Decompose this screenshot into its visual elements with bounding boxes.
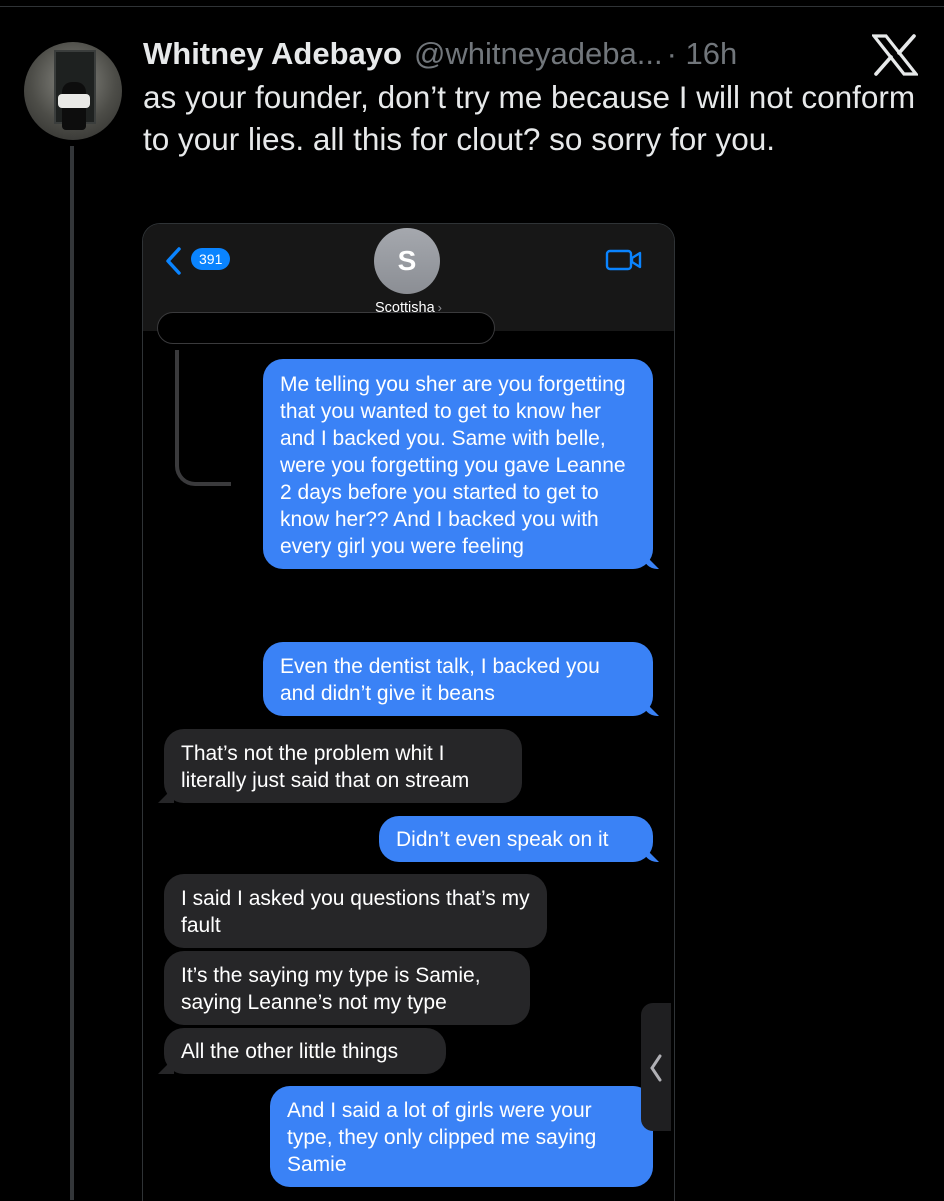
- top-divider: [0, 6, 944, 7]
- video-camera-icon[interactable]: [605, 248, 643, 272]
- unread-count-badge[interactable]: 391: [191, 248, 231, 270]
- message-bubble-received[interactable]: All the other little things: [164, 1028, 446, 1074]
- message-bubble-sent[interactable]: Even the dentist talk, I backed you and …: [263, 642, 653, 716]
- collapse-tab[interactable]: [641, 1003, 671, 1131]
- chevron-left-icon[interactable]: [163, 246, 185, 276]
- tweet-time[interactable]: · 16h: [667, 36, 738, 72]
- author-handle[interactable]: @whitneyadeba...: [414, 36, 663, 72]
- message-bubble-sent[interactable]: Didn’t even speak on it: [379, 816, 653, 862]
- author-avatar[interactable]: [24, 42, 122, 140]
- tweet-header: Whitney Adebayo @whitneyadeba... · 16h: [143, 32, 737, 76]
- quoted-message: [157, 312, 495, 344]
- message-bubble-received[interactable]: It’s the saying my type is Samie, saying…: [164, 951, 530, 1025]
- x-logo-icon: [872, 34, 918, 76]
- message-bubble-sent[interactable]: Me telling you sher are you forgetting t…: [263, 359, 653, 569]
- tweet-text: as your founder, don’t try me because I …: [143, 79, 916, 157]
- thread-line: [70, 146, 74, 1200]
- attached-screenshot[interactable]: 391 S Scottisha › Me telling you sher are…: [142, 223, 675, 1201]
- author-name[interactable]: Whitney Adebayo: [143, 36, 402, 72]
- message-bubble-sent[interactable]: And I said a lot of girls were your type…: [270, 1086, 653, 1187]
- contact-avatar[interactable]: S: [374, 228, 440, 294]
- reply-thread-line: [175, 350, 231, 486]
- message-bubble-received[interactable]: I said I asked you questions that’s my f…: [164, 874, 547, 948]
- chevron-left-icon: [650, 1054, 662, 1082]
- message-bubble-received[interactable]: That’s not the problem whit I literally …: [164, 729, 522, 803]
